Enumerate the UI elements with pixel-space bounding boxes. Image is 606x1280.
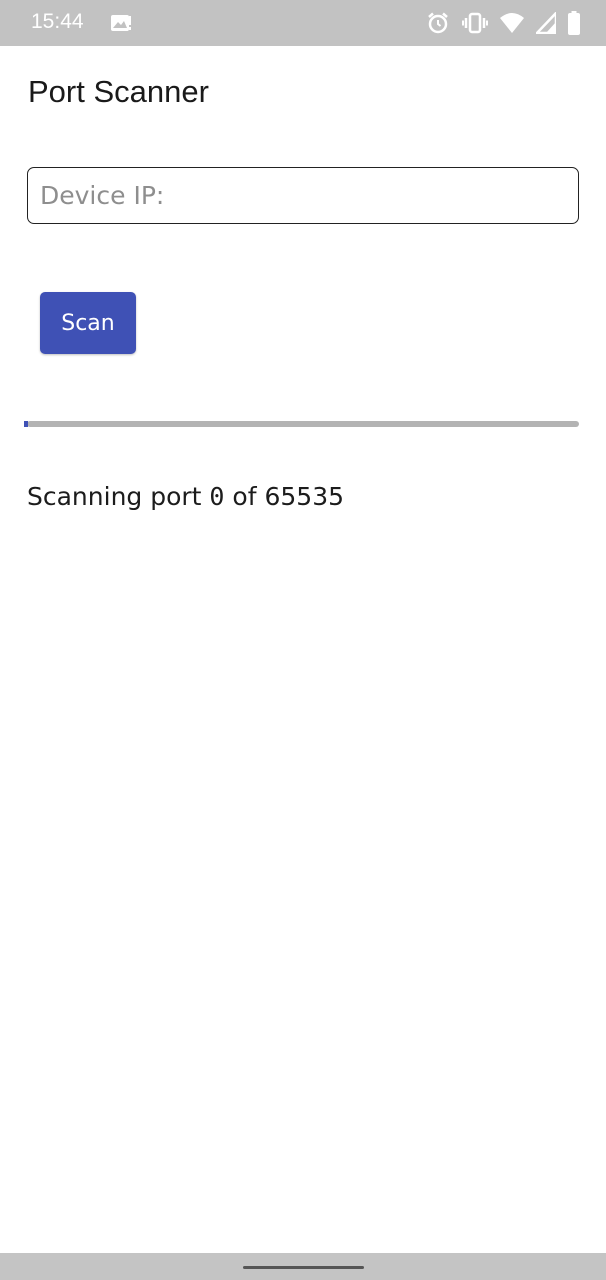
image-notification-icon [110,13,132,33]
scan-status-text: Scanning port 0 of 65535 [27,482,344,511]
vibrate-icon [462,11,488,35]
cell-signal-icon [536,12,556,34]
current-port: 0 [209,482,225,511]
alarm-icon [426,11,450,35]
battery-icon [568,11,580,35]
device-ip-input[interactable] [27,167,579,224]
progress-indicator-tick [24,421,28,427]
status-prefix: Scanning port [27,482,210,511]
status-middle: of [224,482,265,511]
scan-progress-bar [27,421,579,427]
status-time: 15:44 [31,10,84,33]
total-ports: 65535 [264,482,345,511]
scan-button[interactable]: Scan [40,292,136,354]
page-title: Port Scanner [28,74,209,109]
home-gesture-handle[interactable] [243,1266,364,1269]
status-icons [426,10,580,36]
status-bar: 15:44 [0,0,606,46]
navigation-bar [0,1253,606,1280]
wifi-icon [500,12,524,34]
